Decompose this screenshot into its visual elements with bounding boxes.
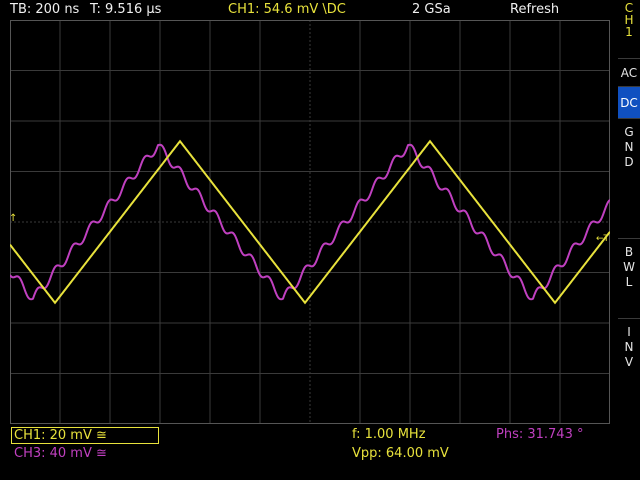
- sample-rate-readout: 2 GSa: [412, 2, 451, 17]
- gnd-button[interactable]: G N D: [618, 118, 640, 238]
- status-bar: TB: 200 ns T: 9.516 µs CH1: 54.6 mV \DC …: [0, 0, 610, 20]
- channel-number: 1: [625, 25, 633, 39]
- svg-text:↑: ↑: [10, 213, 17, 224]
- inv-letter-i: I: [627, 325, 631, 339]
- gnd-letter-d: D: [624, 155, 634, 169]
- channel-indicator: C H 1: [618, 2, 640, 38]
- vpp-readout: Vpp: 64.00 mV: [352, 446, 449, 461]
- ch1-trigger-readout[interactable]: CH1: 54.6 mV \DC: [228, 0, 346, 20]
- ac-coupling-button[interactable]: AC: [618, 58, 640, 86]
- bwl-button[interactable]: B W L: [618, 238, 640, 318]
- side-menu: C H 1 AC DC G N D B W L I N V: [618, 0, 640, 480]
- waveform-display[interactable]: ↑ ←T: [10, 20, 610, 424]
- frequency-readout: f: 1.00 MHz: [352, 427, 426, 442]
- ch3-scale-readout[interactable]: CH3: 40 mV ≅: [14, 446, 107, 462]
- gnd-letter-n: N: [624, 140, 634, 154]
- bwl-letter-b: B: [624, 245, 634, 259]
- dc-coupling-button[interactable]: DC: [618, 86, 640, 118]
- ch1-scale-readout[interactable]: CH1: 20 mV ≅: [11, 427, 159, 444]
- ground-marker: ↑: [10, 213, 17, 224]
- gnd-letter-g: G: [624, 125, 634, 139]
- acquisition-mode[interactable]: Refresh: [510, 0, 559, 20]
- inv-letter-v: V: [624, 355, 634, 369]
- timebase-readout[interactable]: TB: 200 ns: [10, 0, 79, 20]
- measurement-bar: CH1: 20 mV ≅ CH3: 40 mV ≅ f: 1.00 MHz Vp…: [0, 424, 640, 480]
- trigger-time-readout[interactable]: T: 9.516 µs: [90, 0, 161, 20]
- inv-button[interactable]: I N V: [618, 318, 640, 394]
- bwl-letter-l: L: [625, 275, 633, 289]
- inv-letter-n: N: [624, 340, 634, 354]
- trigger-level-marker[interactable]: ←T: [596, 234, 610, 244]
- phase-readout: Phs: 31.743 °: [496, 427, 584, 442]
- bwl-letter-w: W: [623, 260, 635, 274]
